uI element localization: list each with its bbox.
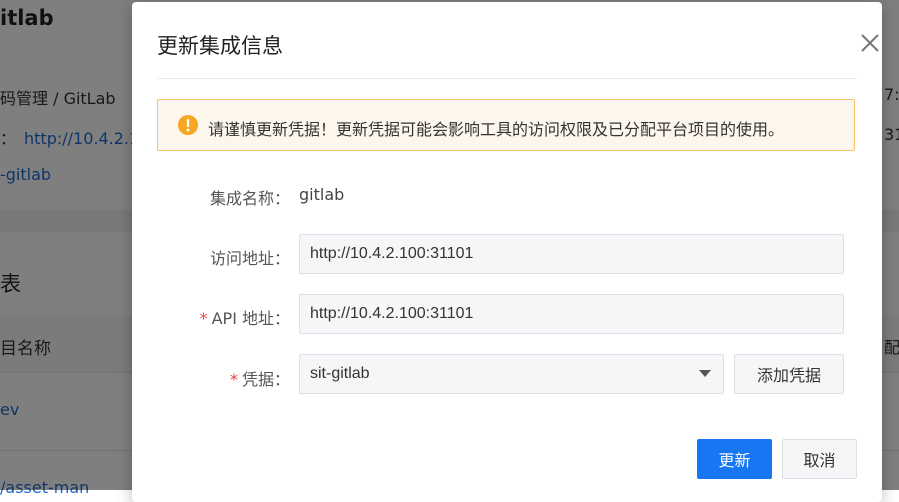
- credential-selected-value: sit-gitlab: [310, 365, 370, 382]
- name-value: gitlab: [299, 185, 345, 204]
- credential-label-text: 凭据：: [241, 370, 290, 389]
- dialog-title: 更新集成信息: [157, 34, 283, 58]
- caret-down-icon: [699, 370, 711, 377]
- api-address-input[interactable]: http://10.4.2.100:31101: [299, 294, 844, 334]
- cancel-button[interactable]: 取消: [782, 439, 857, 479]
- update-integration-dialog: 更新集成信息 请谨慎更新凭据！更新凭据可能会影响工具的访问权限及已分配平台项目的…: [132, 2, 882, 502]
- close-icon: [861, 34, 879, 52]
- api-address-label-text: API 地址：: [211, 309, 290, 328]
- update-button[interactable]: 更新: [697, 439, 772, 479]
- warning-icon: [178, 115, 198, 135]
- credential-label: * 凭据：: [130, 366, 290, 390]
- api-address-label: * API 地址：: [130, 305, 290, 329]
- warning-text: 请谨慎更新凭据！更新凭据可能会影响工具的访问权限及已分配平台项目的使用。: [208, 120, 785, 139]
- name-label: 集成名称：: [209, 189, 290, 208]
- access-address-input[interactable]: http://10.4.2.100:31101: [299, 234, 844, 274]
- access-address-label: 访问地址：: [209, 249, 290, 268]
- add-credential-button[interactable]: 添加凭据: [734, 354, 844, 394]
- dialog-header: 更新集成信息: [157, 2, 879, 79]
- required-mark: *: [229, 370, 238, 389]
- warning-alert: 请谨慎更新凭据！更新凭据可能会影响工具的访问权限及已分配平台项目的使用。: [157, 99, 855, 151]
- credential-select[interactable]: sit-gitlab: [299, 354, 724, 394]
- close-button[interactable]: [857, 30, 883, 56]
- required-mark: *: [199, 309, 208, 328]
